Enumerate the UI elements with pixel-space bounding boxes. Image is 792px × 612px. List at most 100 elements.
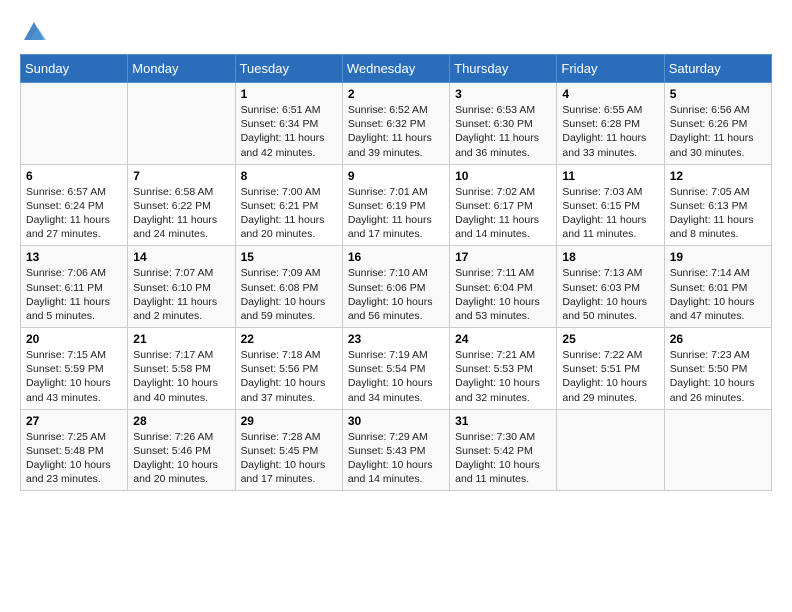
day-number: 21 [133, 332, 229, 346]
day-cell: 5Sunrise: 6:56 AM Sunset: 6:26 PM Daylig… [664, 83, 771, 165]
day-info: Sunrise: 6:52 AM Sunset: 6:32 PM Dayligh… [348, 103, 444, 160]
day-info: Sunrise: 6:58 AM Sunset: 6:22 PM Dayligh… [133, 185, 229, 242]
weekday-header-friday: Friday [557, 55, 664, 83]
day-number: 13 [26, 250, 122, 264]
day-cell: 23 Sunrise: 7:19 AM Sunset: 5:54 PM Dayli… [342, 328, 449, 410]
day-cell: 31 Sunrise: 7:30 AM Sunset: 5:42 PM Dayli… [450, 409, 557, 491]
day-number: 24 [455, 332, 551, 346]
weekday-header-thursday: Thursday [450, 55, 557, 83]
week-row-1: 1 Sunrise: 6:51 AM Sunset: 6:34 PM Daylig… [21, 83, 772, 165]
page-header [20, 16, 772, 44]
weekday-header-wednesday: Wednesday [342, 55, 449, 83]
day-number: 14 [133, 250, 229, 264]
day-number: 7 [133, 169, 229, 183]
day-cell: 25 Sunrise: 7:22 AM Sunset: 5:51 PM Dayli… [557, 328, 664, 410]
day-number: 15 [241, 250, 337, 264]
week-row-3: 13Sunrise: 7:06 AM Sunset: 6:11 PM Dayli… [21, 246, 772, 328]
day-cell: 27Sunrise: 7:25 AM Sunset: 5:48 PM Dayli… [21, 409, 128, 491]
day-number: 3 [455, 87, 551, 101]
day-number: 18 [562, 250, 658, 264]
day-info: Sunrise: 7:30 AM Sunset: 5:42 PM Dayligh… [455, 430, 551, 487]
day-number: 26 [670, 332, 766, 346]
logo-icon [20, 16, 48, 44]
day-number: 6 [26, 169, 122, 183]
day-cell: 12Sunrise: 7:05 AM Sunset: 6:13 PM Dayli… [664, 164, 771, 246]
day-number: 20 [26, 332, 122, 346]
day-cell: 10Sunrise: 7:02 AM Sunset: 6:17 PM Dayli… [450, 164, 557, 246]
day-info: Sunrise: 7:21 AM Sunset: 5:53 PM Dayligh… [455, 348, 551, 405]
day-info: Sunrise: 7:26 AM Sunset: 5:46 PM Dayligh… [133, 430, 229, 487]
day-number: 8 [241, 169, 337, 183]
day-cell: 20 Sunrise: 7:15 AM Sunset: 5:59 PM Dayli… [21, 328, 128, 410]
day-cell: 11 Sunrise: 7:03 AM Sunset: 6:15 PM Dayli… [557, 164, 664, 246]
day-info: Sunrise: 7:15 AM Sunset: 5:59 PM Dayligh… [26, 348, 122, 405]
day-info: Sunrise: 7:01 AM Sunset: 6:19 PM Dayligh… [348, 185, 444, 242]
day-info: Sunrise: 7:09 AM Sunset: 6:08 PM Dayligh… [241, 266, 337, 323]
day-number: 28 [133, 414, 229, 428]
day-info: Sunrise: 7:29 AM Sunset: 5:43 PM Dayligh… [348, 430, 444, 487]
day-info: Sunrise: 7:13 AM Sunset: 6:03 PM Dayligh… [562, 266, 658, 323]
day-cell: 15 Sunrise: 7:09 AM Sunset: 6:08 PM Dayli… [235, 246, 342, 328]
day-info: Sunrise: 6:56 AM Sunset: 6:26 PM Dayligh… [670, 103, 766, 160]
day-number: 2 [348, 87, 444, 101]
day-cell: 30 Sunrise: 7:29 AM Sunset: 5:43 PM Dayli… [342, 409, 449, 491]
day-info: Sunrise: 7:10 AM Sunset: 6:06 PM Dayligh… [348, 266, 444, 323]
day-info: Sunrise: 7:25 AM Sunset: 5:48 PM Dayligh… [26, 430, 122, 487]
weekday-header-tuesday: Tuesday [235, 55, 342, 83]
day-info: Sunrise: 7:03 AM Sunset: 6:15 PM Dayligh… [562, 185, 658, 242]
day-info: Sunrise: 7:11 AM Sunset: 6:04 PM Dayligh… [455, 266, 551, 323]
day-cell: 26 Sunrise: 7:23 AM Sunset: 5:50 PM Dayli… [664, 328, 771, 410]
day-cell [128, 83, 235, 165]
week-row-5: 27Sunrise: 7:25 AM Sunset: 5:48 PM Dayli… [21, 409, 772, 491]
week-row-4: 20 Sunrise: 7:15 AM Sunset: 5:59 PM Dayli… [21, 328, 772, 410]
weekday-header-sunday: Sunday [21, 55, 128, 83]
day-number: 17 [455, 250, 551, 264]
day-info: Sunrise: 6:55 AM Sunset: 6:28 PM Dayligh… [562, 103, 658, 160]
day-number: 31 [455, 414, 551, 428]
day-cell: 4 Sunrise: 6:55 AM Sunset: 6:28 PM Daylig… [557, 83, 664, 165]
week-row-2: 6 Sunrise: 6:57 AM Sunset: 6:24 PM Daylig… [21, 164, 772, 246]
day-info: Sunrise: 7:07 AM Sunset: 6:10 PM Dayligh… [133, 266, 229, 323]
day-cell: 2 Sunrise: 6:52 AM Sunset: 6:32 PM Daylig… [342, 83, 449, 165]
day-info: Sunrise: 7:23 AM Sunset: 5:50 PM Dayligh… [670, 348, 766, 405]
day-number: 30 [348, 414, 444, 428]
day-number: 1 [241, 87, 337, 101]
day-info: Sunrise: 7:00 AM Sunset: 6:21 PM Dayligh… [241, 185, 337, 242]
day-number: 9 [348, 169, 444, 183]
weekday-header-monday: Monday [128, 55, 235, 83]
day-cell: 17 Sunrise: 7:11 AM Sunset: 6:04 PM Dayli… [450, 246, 557, 328]
day-cell: 18 Sunrise: 7:13 AM Sunset: 6:03 PM Dayli… [557, 246, 664, 328]
day-cell: 14 Sunrise: 7:07 AM Sunset: 6:10 PM Dayli… [128, 246, 235, 328]
day-cell: 22Sunrise: 7:18 AM Sunset: 5:56 PM Dayli… [235, 328, 342, 410]
day-cell: 29 Sunrise: 7:28 AM Sunset: 5:45 PM Dayli… [235, 409, 342, 491]
day-info: Sunrise: 6:51 AM Sunset: 6:34 PM Dayligh… [241, 103, 337, 160]
day-cell: 8 Sunrise: 7:00 AM Sunset: 6:21 PM Daylig… [235, 164, 342, 246]
day-info: Sunrise: 7:22 AM Sunset: 5:51 PM Dayligh… [562, 348, 658, 405]
day-info: Sunrise: 7:17 AM Sunset: 5:58 PM Dayligh… [133, 348, 229, 405]
day-number: 11 [562, 169, 658, 183]
day-info: Sunrise: 6:53 AM Sunset: 6:30 PM Dayligh… [455, 103, 551, 160]
day-info: Sunrise: 7:19 AM Sunset: 5:54 PM Dayligh… [348, 348, 444, 405]
day-number: 4 [562, 87, 658, 101]
day-number: 29 [241, 414, 337, 428]
day-cell: 1 Sunrise: 6:51 AM Sunset: 6:34 PM Daylig… [235, 83, 342, 165]
day-cell: 6 Sunrise: 6:57 AM Sunset: 6:24 PM Daylig… [21, 164, 128, 246]
day-info: Sunrise: 7:28 AM Sunset: 5:45 PM Dayligh… [241, 430, 337, 487]
day-info: Sunrise: 6:57 AM Sunset: 6:24 PM Dayligh… [26, 185, 122, 242]
day-number: 16 [348, 250, 444, 264]
day-cell: 16 Sunrise: 7:10 AM Sunset: 6:06 PM Dayli… [342, 246, 449, 328]
day-number: 25 [562, 332, 658, 346]
day-cell: 3 Sunrise: 6:53 AM Sunset: 6:30 PM Daylig… [450, 83, 557, 165]
day-number: 22 [241, 332, 337, 346]
day-cell: 21 Sunrise: 7:17 AM Sunset: 5:58 PM Dayli… [128, 328, 235, 410]
day-cell: 7 Sunrise: 6:58 AM Sunset: 6:22 PM Daylig… [128, 164, 235, 246]
day-number: 10 [455, 169, 551, 183]
day-cell: 9 Sunrise: 7:01 AM Sunset: 6:19 PM Daylig… [342, 164, 449, 246]
logo [20, 16, 52, 44]
weekday-header-saturday: Saturday [664, 55, 771, 83]
day-info: Sunrise: 7:14 AM Sunset: 6:01 PM Dayligh… [670, 266, 766, 323]
day-number: 19 [670, 250, 766, 264]
day-cell [21, 83, 128, 165]
day-number: 23 [348, 332, 444, 346]
weekday-header-row: SundayMondayTuesdayWednesdayThursdayFrid… [21, 55, 772, 83]
